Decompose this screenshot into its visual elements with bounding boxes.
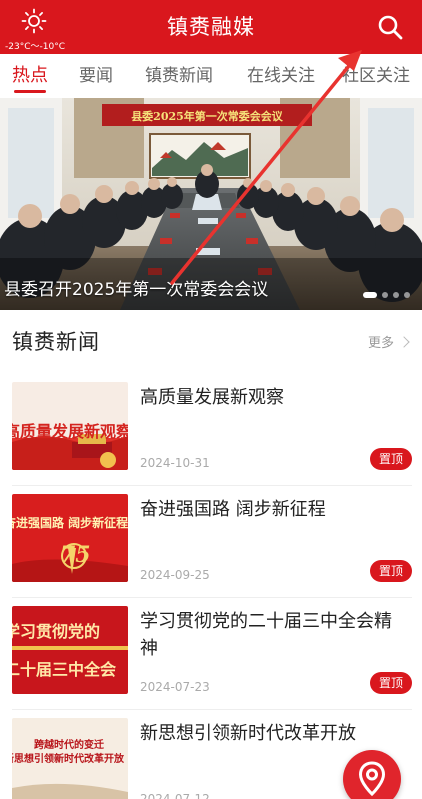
carousel-caption[interactable]: 县委召开2025年第一次常委会会议 xyxy=(4,275,268,300)
more-link[interactable]: 更多 xyxy=(367,332,410,351)
news-title[interactable]: 新思想引领新时代改革开放 xyxy=(140,720,406,747)
headline-carousel[interactable]: 县委2025年第一次常委会会议 县委召开2025年第一次常委会会议 xyxy=(0,98,422,310)
pinned-badge: 置顶 xyxy=(370,560,412,582)
tab-online-focus[interactable]: 在线关注 xyxy=(247,54,315,98)
location-pin-icon xyxy=(358,761,386,797)
chevron-right-icon xyxy=(398,336,410,348)
pinned-badge: 置顶 xyxy=(370,448,412,470)
news-date: 2024-07-12 xyxy=(140,792,210,799)
carousel-dot[interactable] xyxy=(404,292,410,298)
more-label: 更多 xyxy=(367,336,394,351)
news-title[interactable]: 奋进强国路 阔步新征程 xyxy=(140,496,406,523)
thumbnail-text: 学习贯彻党的 xyxy=(12,622,101,641)
thumbnail-text: 新思想引领新时代改革开放 xyxy=(12,754,124,765)
news-thumbnail: 学习贯彻党的 二十届三中全会 xyxy=(12,606,128,694)
news-thumbnail: 奋进强国路 阔步新征程 75 xyxy=(12,494,128,582)
thumbnail-number: 75 xyxy=(60,542,91,568)
list-item[interactable]: 奋进强国路 阔步新征程 75 奋进强国路 阔步新征程 2024-09-25 置顶 xyxy=(12,486,412,598)
tab-headlines[interactable]: 要闻 xyxy=(79,54,113,98)
news-section-header: 镇赉新闻 更多 xyxy=(0,318,422,366)
thumbnail-text: 奋进强国路 阔步新征程 xyxy=(12,516,128,530)
news-date: 2024-09-25 xyxy=(140,568,210,582)
list-item[interactable]: 学习贯彻党的 二十届三中全会 学习贯彻党的二十届三中全会精神 2024-07-2… xyxy=(12,598,412,710)
svg-text:县委2025年第一次常委会会议: 县委2025年第一次常委会会议 xyxy=(131,109,284,123)
category-tabs: 热点 要闻 镇赉新闻 在线关注 社区关注 xyxy=(0,54,422,98)
tab-hot[interactable]: 热点 xyxy=(12,54,48,98)
news-date: 2024-10-31 xyxy=(140,456,210,470)
section-title: 镇赉新闻 xyxy=(12,330,100,354)
location-button[interactable] xyxy=(343,750,401,799)
carousel-dot[interactable] xyxy=(393,292,399,298)
app-title: 镇赉融媒 xyxy=(167,15,255,39)
thumbnail-text: 跨越时代的变迁 xyxy=(34,740,104,751)
news-thumbnail: 跨越时代的变迁 新思想引领新时代改革开放 xyxy=(12,718,128,799)
tab-zhenlai-news[interactable]: 镇赉新闻 xyxy=(145,54,213,98)
news-title[interactable]: 学习贯彻党的二十届三中全会精神 xyxy=(140,608,406,662)
search-icon[interactable] xyxy=(376,13,404,41)
news-thumbnail: 高质量发展新观察 xyxy=(12,382,128,470)
thumbnail-text: 二十届三中全会 xyxy=(12,660,117,679)
list-item[interactable]: 高质量发展新观察 高质量发展新观察 2024-10-31 置顶 xyxy=(12,374,412,486)
carousel-dot[interactable] xyxy=(363,292,377,298)
news-title[interactable]: 高质量发展新观察 xyxy=(140,384,406,411)
pinned-badge: 置顶 xyxy=(370,672,412,694)
carousel-indicator xyxy=(363,292,410,298)
app-screen: -23°C～-10°C 镇赉融媒 热点 要闻 镇赉新闻 在线关注 社区关注 县委… xyxy=(0,0,422,799)
top-header: -23°C～-10°C 镇赉融媒 xyxy=(0,0,422,54)
tab-community-focus[interactable]: 社区关注 xyxy=(342,54,410,98)
carousel-dot[interactable] xyxy=(382,292,388,298)
thumbnail-text: 高质量发展新观察 xyxy=(12,422,128,441)
news-date: 2024-07-23 xyxy=(140,680,210,694)
